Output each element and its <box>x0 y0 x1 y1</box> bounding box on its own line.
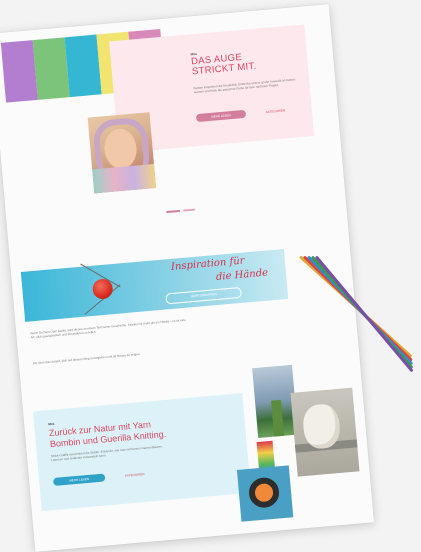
inspiration-banner: Inspiration für die Hände MEHR ERFAHREN <box>20 249 289 322</box>
slider-dot-1[interactable] <box>166 209 181 214</box>
card2-read-more-button[interactable]: MEHR LESEN <box>52 473 106 486</box>
hero-categories-link[interactable]: KATEGORIEN <box>266 106 286 116</box>
card2-kicker: Mira <box>48 421 55 427</box>
slider-dot-2[interactable] <box>183 208 196 212</box>
stripe <box>0 40 38 103</box>
woman-portrait-image <box>87 112 157 194</box>
banner-learn-more-button[interactable]: MEHR ERFAHREN <box>165 286 242 305</box>
hero-read-more-button[interactable]: MEHR LESEN <box>195 109 247 123</box>
colored-pencils-image <box>298 255 421 395</box>
card2-categories-link[interactable]: KATEGORIEN <box>125 470 145 480</box>
banner-script-title: Inspiration für die Hände <box>170 250 292 288</box>
hero-title: DAS AUGE STRICKT MIT. <box>191 48 302 77</box>
slider-dots <box>166 208 196 214</box>
guerilla-knitting-card: Mira Zurück zur Natur mit Yarn Bombin un… <box>33 393 251 512</box>
yarn-roll-image <box>236 465 294 522</box>
pencil <box>314 255 414 373</box>
knitted-sheep-image <box>290 387 360 477</box>
yarn-roll <box>247 476 281 509</box>
body-paragraph-2: Wir sind stolz darauf, dich auf diesem W… <box>32 351 141 366</box>
body-paragraph-1: Wenn Du Dein Garn kaufst, wird dieses zu… <box>30 317 186 340</box>
stripe <box>32 37 70 100</box>
hero-text: Farben inspirieren die Kreativität. Entd… <box>193 77 296 95</box>
yarn-ball-image <box>91 278 114 300</box>
stripe <box>64 34 102 98</box>
card2-title: Zurück zur Natur mit Yarn Bombin und Gue… <box>49 412 240 450</box>
scarf <box>92 164 157 194</box>
tree-trunk <box>271 399 285 437</box>
